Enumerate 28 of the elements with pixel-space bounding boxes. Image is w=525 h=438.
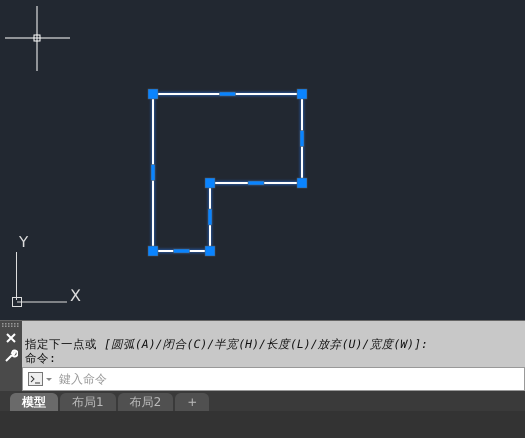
grip-handle[interactable]	[204, 246, 216, 256]
grip-handle[interactable]	[296, 178, 308, 188]
layout-tab[interactable]: 模型	[10, 393, 58, 411]
ucs-icon	[12, 252, 68, 307]
add-tab-button[interactable]: +	[175, 393, 210, 411]
polyline[interactable]	[152, 93, 303, 252]
grip-handle[interactable]	[204, 178, 216, 188]
layout-tab[interactable]: 布局1	[60, 393, 116, 411]
command-history-line: 命令:	[25, 351, 57, 365]
grip-icon[interactable]	[2, 323, 20, 327]
midpoint-grip[interactable]	[300, 130, 304, 147]
grip-handle[interactable]	[148, 88, 158, 100]
grip-handle[interactable]	[296, 88, 308, 100]
layout-tab[interactable]: 布局2	[118, 393, 174, 411]
midpoint-grip[interactable]	[150, 164, 156, 181]
close-icon[interactable]	[6, 333, 16, 343]
midpoint-grip[interactable]	[219, 92, 236, 96]
grip-handle[interactable]	[148, 246, 158, 256]
command-prompt-icon[interactable]	[28, 372, 54, 386]
crosshair-cursor	[4, 6, 70, 72]
command-history-line: 指定下一点或 [圆弧(A)/闭合(C)/半宽(H)/长度(L)/放弃(U)/宽度(W)]:	[25, 337, 429, 351]
axis-label: Y	[19, 233, 28, 251]
wrench-icon[interactable]	[4, 349, 18, 363]
midpoint-grip[interactable]	[248, 180, 264, 186]
command-input-field[interactable]: 鍵入命令	[22, 367, 525, 391]
axis-label: X	[70, 286, 81, 305]
midpoint-grip[interactable]	[173, 248, 190, 254]
midpoint-grip[interactable]	[208, 208, 212, 226]
